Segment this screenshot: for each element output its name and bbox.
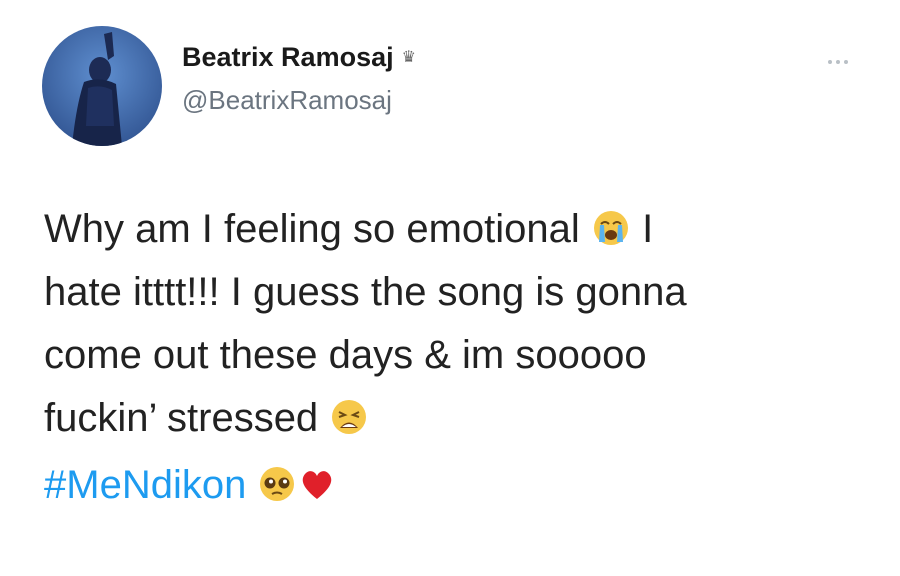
weary-face-icon (329, 397, 369, 437)
display-name-text: Beatrix Ramosaj (182, 42, 394, 72)
tweet-line-1-tail: I (642, 207, 654, 251)
tweet-line-3: come out these days & im sooooo (44, 333, 647, 377)
tweet-line-4-text: fuckin’ stressed (44, 396, 319, 440)
tweet-line-1: Why am I feeling so emotional I (44, 198, 864, 261)
more-options-icon[interactable] (818, 52, 858, 72)
loudly-crying-face-icon (591, 208, 631, 248)
tweet-line-2: hate itttt!!! I guess the song is gonna (44, 270, 687, 314)
red-heart-icon (297, 464, 337, 504)
user-handle[interactable]: @BeatrixRamosaj (182, 85, 392, 116)
hashtag-line: #MeNdikon (44, 454, 864, 517)
avatar-photo (42, 26, 162, 146)
tweet-body: Why am I feeling so emotional I hate itt… (44, 198, 864, 517)
crown-icon: ♛ (401, 48, 416, 66)
display-name[interactable]: Beatrix Ramosaj ♛ (182, 42, 416, 73)
hashtag-link[interactable]: #MeNdikon (44, 463, 246, 507)
pleading-face-icon (257, 464, 297, 504)
tweet-line-4: fuckin’ stressed (44, 387, 864, 450)
avatar[interactable] (42, 26, 162, 146)
tweet-line-1-text: Why am I feeling so emotional (44, 207, 580, 251)
tweet-card: Beatrix Ramosaj ♛ @BeatrixRamosaj Why am… (0, 0, 900, 576)
